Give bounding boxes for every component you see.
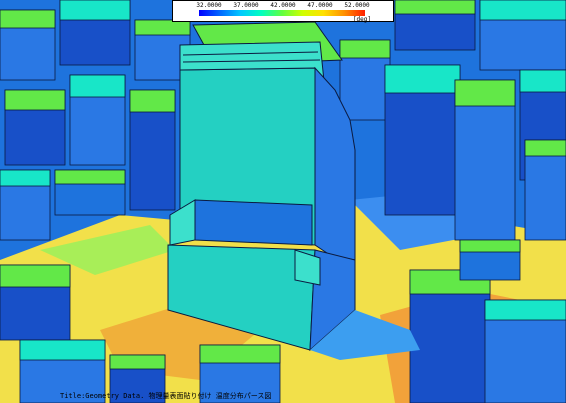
temperature-distribution-scene bbox=[0, 0, 566, 403]
legend-unit: [deg] bbox=[352, 16, 371, 23]
legend-tick-3: 47.0000 bbox=[307, 2, 333, 9]
legend-tick-labels: 32.0000 37.0000 42.0000 47.0000 52.0000 bbox=[173, 2, 393, 10]
temperature-color-legend: 32.0000 37.0000 42.0000 47.0000 52.0000 … bbox=[172, 0, 394, 23]
legend-tick-1: 37.0000 bbox=[233, 2, 259, 9]
footer-title: Title:Geometry Data. 物理量表面貼り付け 温度分布パース図 bbox=[60, 392, 272, 400]
legend-tick-2: 42.0000 bbox=[270, 2, 296, 9]
tower-cutout bbox=[194, 199, 313, 246]
visualization-viewport[interactable]: 32.0000 37.0000 42.0000 47.0000 52.0000 … bbox=[0, 0, 566, 403]
legend-color-bar bbox=[199, 10, 365, 16]
legend-tick-4: 52.0000 bbox=[344, 2, 370, 9]
legend-tick-0: 32.0000 bbox=[196, 2, 222, 9]
